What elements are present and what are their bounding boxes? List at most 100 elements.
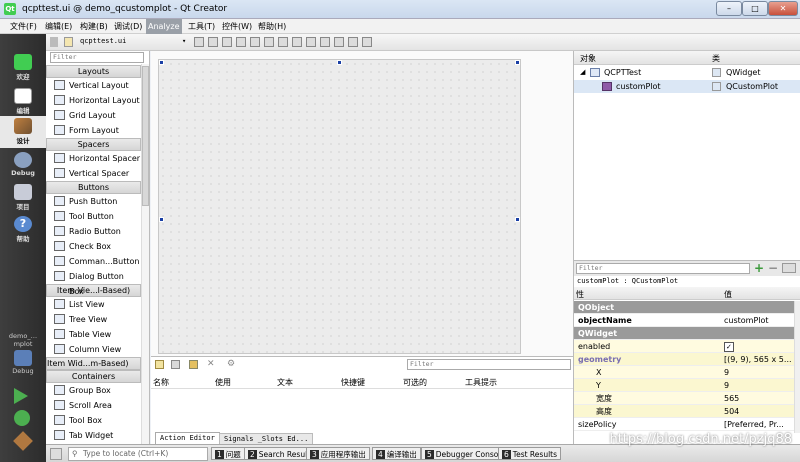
widget-item[interactable]: Comman...Button <box>46 254 141 269</box>
v-splitter-icon[interactable] <box>306 37 316 47</box>
column-header[interactable]: 可选的 <box>403 377 427 388</box>
tab-signals-slots[interactable]: Signals _Slots Ed... <box>219 433 314 444</box>
menu-widgets[interactable]: 控件(W) <box>220 21 254 32</box>
debug-run-button[interactable] <box>14 410 30 426</box>
mode-debug[interactable]: Debug <box>0 150 46 182</box>
widget-item[interactable]: Column View <box>46 342 141 357</box>
widget-category-header[interactable]: Spacers <box>46 138 141 151</box>
maximize-button[interactable]: □ <box>742 1 768 16</box>
grid-layout-icon[interactable] <box>334 37 344 47</box>
widget-item[interactable]: Tab Widget <box>46 428 141 443</box>
widget-category-header[interactable]: Layouts <box>46 65 141 78</box>
menu-help[interactable]: 帮助(H) <box>256 21 288 32</box>
pane-issues[interactable]: 1 问题 <box>211 447 245 460</box>
widget-item[interactable]: Tool Box <box>46 413 141 428</box>
menu-build[interactable]: 构建(B) <box>78 21 110 32</box>
form-qcpttest[interactable] <box>158 59 521 354</box>
column-header[interactable]: 对象 <box>580 53 596 64</box>
collapse-arrow-icon[interactable]: ◢ <box>580 68 585 76</box>
build-hammer-icon[interactable] <box>13 431 33 451</box>
widget-item[interactable]: Group Box <box>46 383 141 398</box>
adjust-size-icon[interactable] <box>362 37 372 47</box>
minimize-button[interactable]: – <box>716 1 742 16</box>
pane-compile-output[interactable]: 4 编译输出 <box>372 447 421 460</box>
tree-row-selected[interactable]: customPlot QCustomPlot <box>574 80 800 93</box>
property-section[interactable]: QWidget <box>574 327 794 340</box>
widget-category-header[interactable]: Item Vie...l-Based) <box>46 284 141 297</box>
tab-order-icon[interactable] <box>250 37 260 47</box>
menu-file[interactable]: 文件(F) <box>8 21 39 32</box>
action-filter-input[interactable]: Filter <box>407 359 571 370</box>
copy-action-icon[interactable] <box>171 360 180 369</box>
property-value[interactable]: 565 <box>724 392 739 405</box>
v-layout-icon[interactable] <box>278 37 288 47</box>
property-filter-input[interactable]: Filter <box>576 263 750 274</box>
column-header[interactable]: 类 <box>712 53 720 64</box>
configure-icon[interactable] <box>782 263 796 273</box>
property-value[interactable]: 504 <box>724 405 739 418</box>
locator-input[interactable]: ⚲ Type to locate (Ctrl+K) <box>68 447 208 461</box>
remove-property-icon[interactable]: − <box>768 261 778 275</box>
property-row[interactable]: sizePolicy [Preferred, Pr... <box>574 418 794 431</box>
resize-handle[interactable] <box>159 217 164 222</box>
column-header[interactable]: 名称 <box>153 377 169 388</box>
close-doc-icon[interactable] <box>194 37 204 47</box>
widget-item[interactable]: Table View <box>46 327 141 342</box>
configure-icon[interactable]: ⚙ <box>227 360 236 369</box>
column-header[interactable]: 快捷键 <box>341 377 365 388</box>
widget-item[interactable]: Tool Button <box>46 209 141 224</box>
mode-help[interactable]: ? 帮助 <box>0 214 46 246</box>
widget-category-header[interactable]: Item Wid...m-Based) <box>46 357 141 370</box>
signal-edit-icon[interactable] <box>222 37 232 47</box>
widget-filter-input[interactable]: Filter <box>50 52 144 63</box>
property-row[interactable]: objectName customPlot <box>574 314 794 327</box>
tree-row[interactable]: ◢ QCPTTest QWidget <box>574 66 800 80</box>
widget-item[interactable]: Vertical Layout <box>46 78 141 93</box>
property-section[interactable]: QObject <box>574 301 794 314</box>
close-button[interactable]: ✕ <box>768 1 798 16</box>
property-value[interactable]: [Preferred, Pr... <box>724 418 784 431</box>
resize-handle[interactable] <box>159 60 164 65</box>
widget-item[interactable]: Check Box <box>46 239 141 254</box>
pane-application-output[interactable]: 3 应用程序输出 <box>306 447 370 460</box>
mode-welcome[interactable]: 欢迎 <box>0 52 46 84</box>
resize-handle[interactable] <box>337 60 342 65</box>
menu-debug[interactable]: 调试(D) <box>112 21 144 32</box>
property-row[interactable]: geometry [(9, 9), 565 x 5... <box>574 353 794 366</box>
widget-edit-icon[interactable] <box>208 37 218 47</box>
widget-item[interactable]: Grid Layout <box>46 108 141 123</box>
tab-action-editor[interactable]: Action Editor <box>155 432 220 444</box>
widget-box-scrollbar[interactable] <box>141 64 149 444</box>
delete-action-icon[interactable]: ✕ <box>207 360 216 369</box>
menu-edit[interactable]: 编辑(E) <box>43 21 74 32</box>
scrollbar-thumb[interactable] <box>142 66 149 206</box>
property-row[interactable]: 高度 504 <box>574 405 794 418</box>
buddy-edit-icon[interactable] <box>236 37 246 47</box>
widget-item[interactable]: List View <box>46 297 141 312</box>
property-value[interactable]: 9 <box>724 366 729 379</box>
property-value[interactable]: [(9, 9), 565 x 5... <box>724 353 792 366</box>
widget-item[interactable]: Tree View <box>46 312 141 327</box>
resize-handle[interactable] <box>515 217 520 222</box>
property-value[interactable]: 9 <box>724 379 729 392</box>
toggle-sidebar-icon[interactable] <box>50 448 62 460</box>
menu-analyze[interactable]: Analyze <box>146 19 182 34</box>
h-splitter-icon[interactable] <box>292 37 302 47</box>
property-value[interactable]: ✓ <box>724 342 734 352</box>
widget-item[interactable]: Dialog Button Box <box>46 269 141 296</box>
pane-test-results[interactable]: 6 Test Results <box>498 447 562 460</box>
widget-item[interactable]: Horizontal Spacer <box>46 151 141 166</box>
property-row[interactable]: X9 <box>574 366 794 379</box>
property-scrollbar[interactable] <box>794 301 800 433</box>
menu-tools[interactable]: 工具(T) <box>186 21 217 32</box>
widget-item[interactable]: Horizontal Layout <box>46 93 141 108</box>
resize-handle[interactable] <box>515 60 520 65</box>
kit-selector[interactable]: demo_…mplot Debug <box>0 332 46 375</box>
column-header[interactable]: 性 <box>576 289 584 300</box>
open-file-combo[interactable]: qcpttest.ui ▾ <box>60 36 190 49</box>
paste-action-icon[interactable] <box>189 360 198 369</box>
mode-projects[interactable]: 项目 <box>0 182 46 214</box>
add-property-icon[interactable]: + <box>754 261 764 275</box>
property-row[interactable]: 宽度 565 <box>574 392 794 405</box>
widget-item[interactable]: Form Layout <box>46 123 141 138</box>
